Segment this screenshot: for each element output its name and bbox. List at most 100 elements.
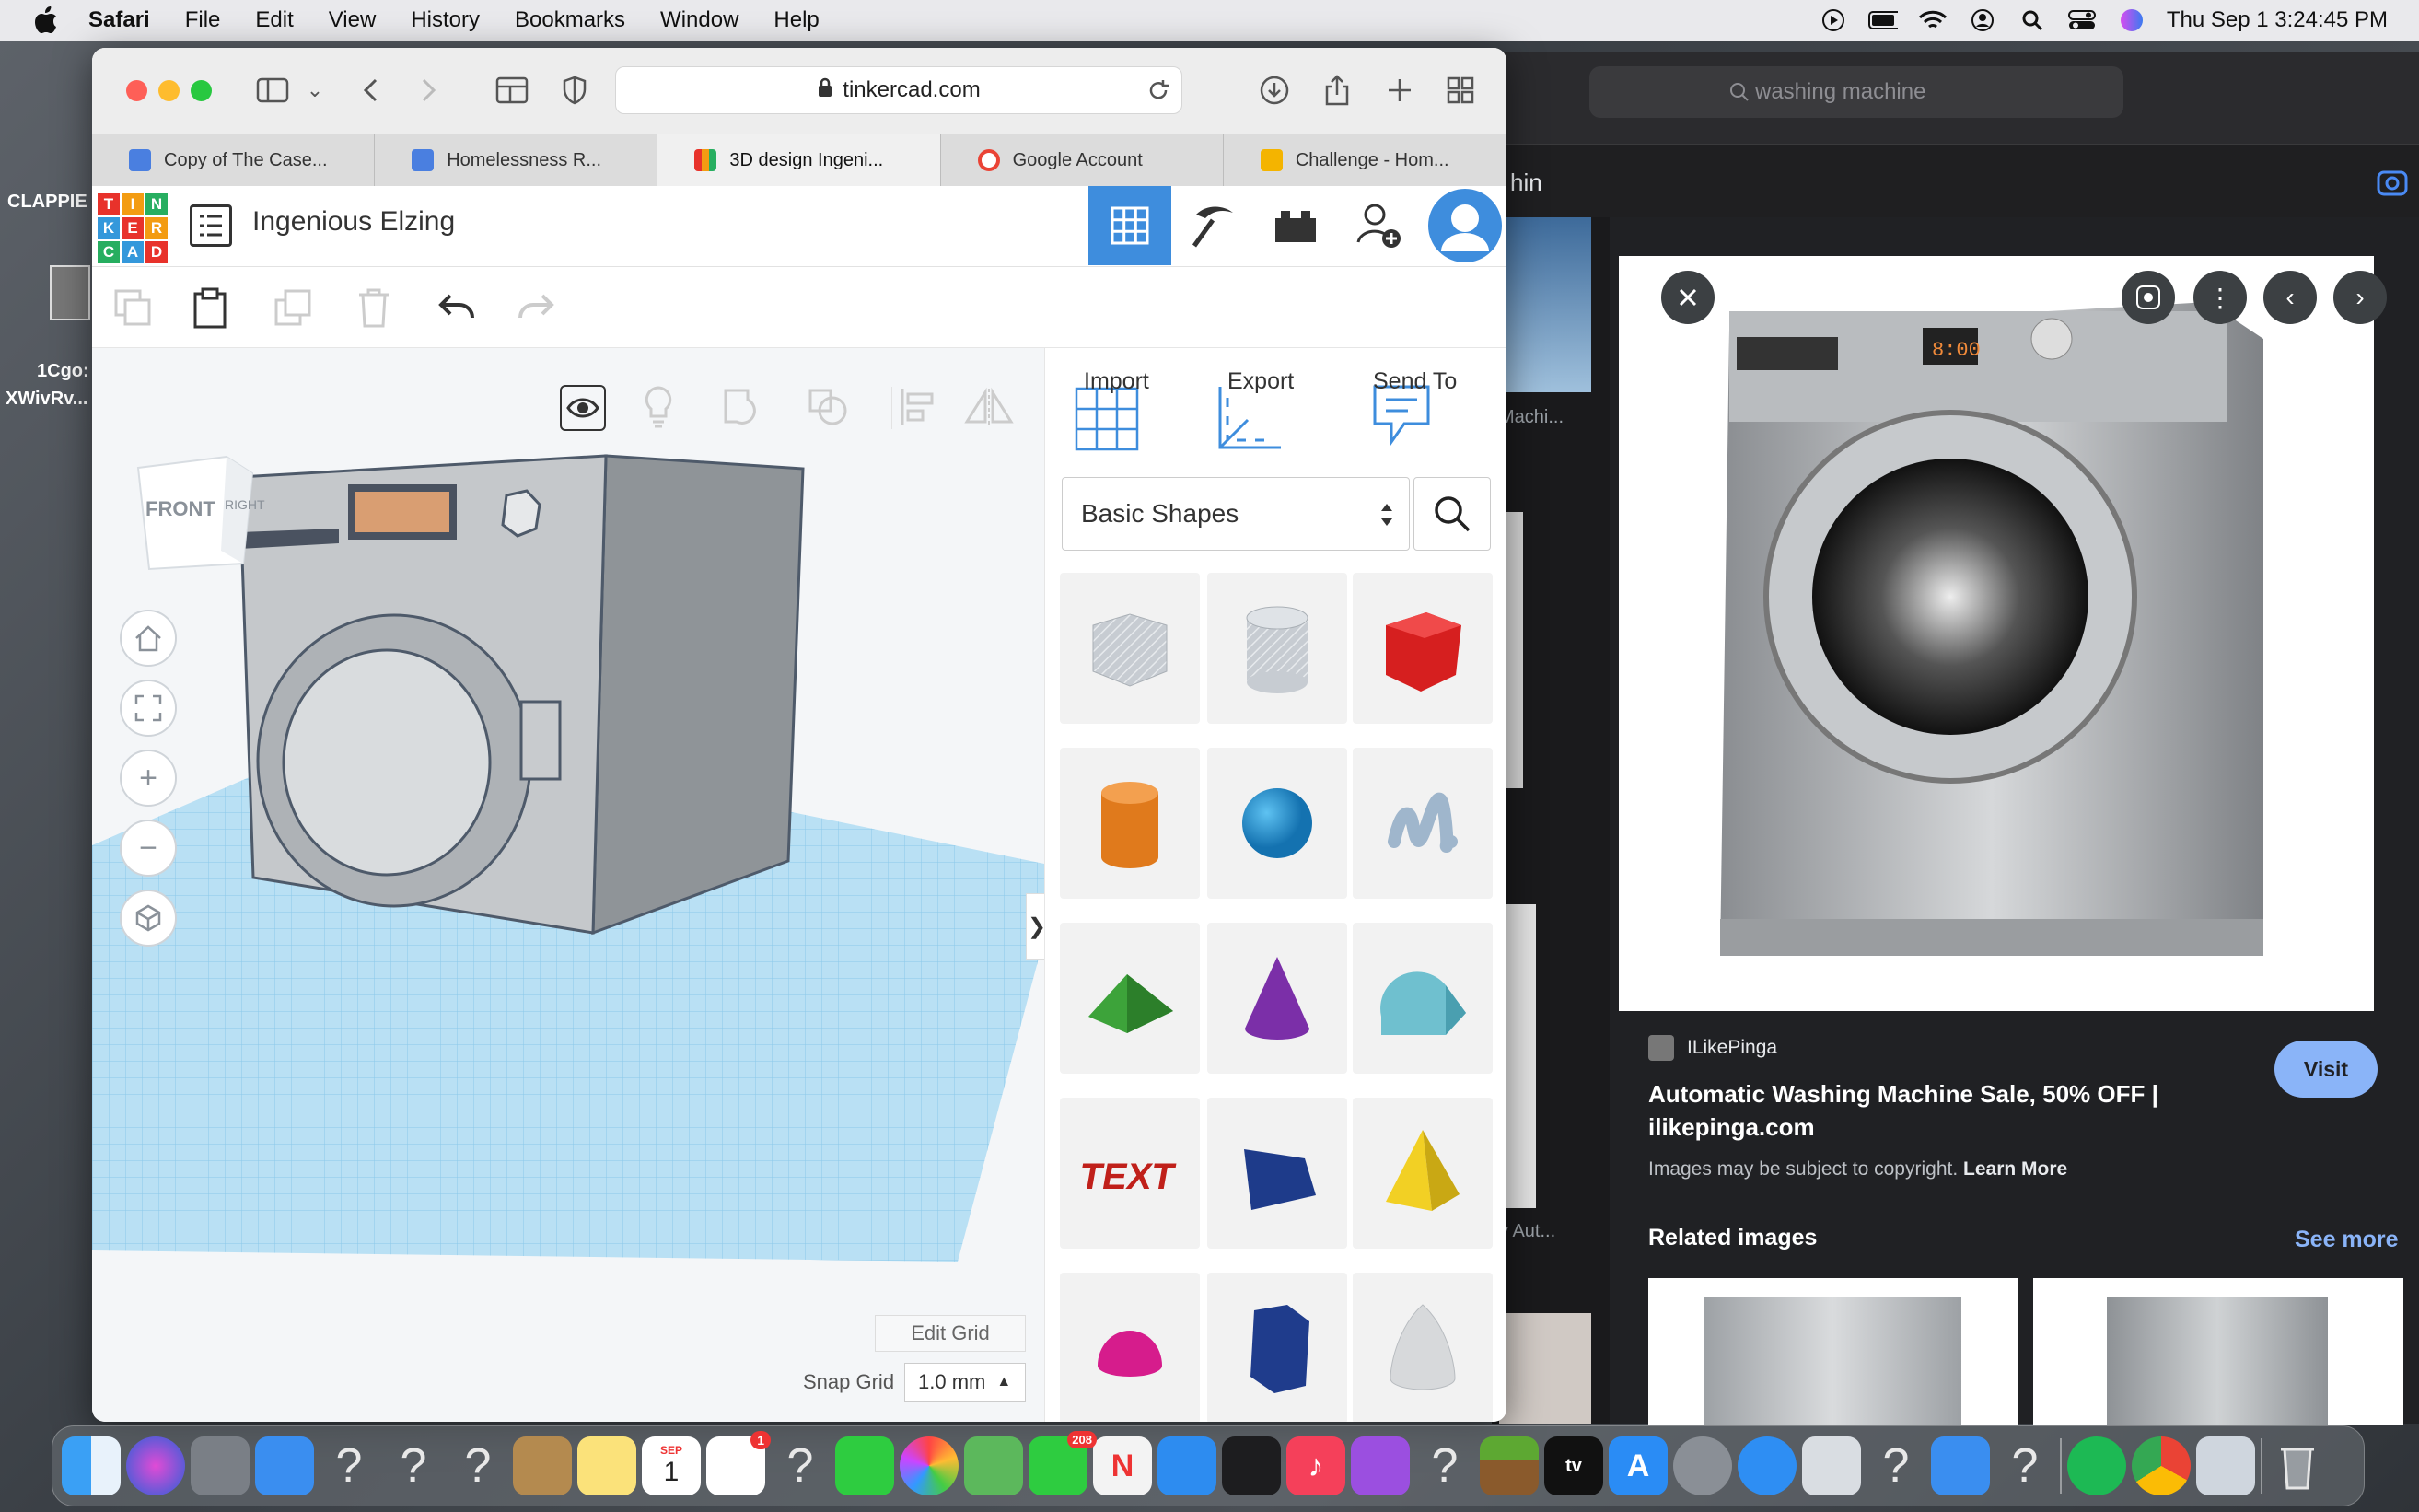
new-tab-icon[interactable] xyxy=(1381,72,1418,109)
desktop-label[interactable]: CLAPPIE xyxy=(7,192,87,213)
app-store-icon[interactable]: A xyxy=(1609,1436,1668,1495)
facetime-icon[interactable] xyxy=(835,1436,894,1495)
clock[interactable]: Thu Sep 1 3:24:45 PM xyxy=(2167,7,2388,33)
minimize-window-button[interactable] xyxy=(158,80,180,101)
view-3d-button[interactable] xyxy=(1088,186,1171,265)
result-thumb[interactable] xyxy=(1499,1313,1591,1424)
ungroup-icon[interactable] xyxy=(807,387,851,432)
safari-icon[interactable] xyxy=(1738,1436,1797,1495)
fit-view-button[interactable] xyxy=(120,680,177,737)
shape-paraboloid[interactable] xyxy=(1353,1273,1493,1422)
shape-text[interactable]: TEXT xyxy=(1060,1098,1200,1249)
zoom-window-button[interactable] xyxy=(191,80,212,101)
see-more-link[interactable]: See more xyxy=(2295,1227,2399,1253)
undo-button[interactable] xyxy=(435,285,479,330)
import-button[interactable]: Import xyxy=(1084,368,1149,395)
view-cube[interactable]: FRONT RIGHT xyxy=(133,449,265,573)
unknown-app-icon[interactable]: ? xyxy=(384,1436,443,1495)
user-icon[interactable] xyxy=(1968,7,1997,33)
washer-side[interactable] xyxy=(591,454,805,936)
next-image-button[interactable]: › xyxy=(2333,271,2387,324)
lens-search-button[interactable] xyxy=(2122,271,2175,324)
wifi-icon[interactable] xyxy=(1918,7,1948,33)
menu-edit[interactable]: Edit xyxy=(255,7,293,33)
tab-grid-icon[interactable] xyxy=(1442,72,1479,109)
copy-button[interactable] xyxy=(110,285,155,330)
news-icon[interactable]: N xyxy=(1093,1436,1152,1495)
system-preferences-icon[interactable] xyxy=(1673,1436,1732,1495)
related-image[interactable] xyxy=(2033,1278,2403,1425)
visit-button[interactable]: Visit xyxy=(2274,1041,2378,1098)
vr-app-icon[interactable] xyxy=(1222,1436,1281,1495)
notes-toggle-button[interactable] xyxy=(560,385,606,431)
shape-box-hole[interactable] xyxy=(1060,573,1200,724)
align-icon[interactable] xyxy=(899,387,936,432)
menu-file[interactable]: File xyxy=(185,7,221,33)
minecraft-icon[interactable] xyxy=(1480,1436,1539,1495)
browser-tab[interactable]: Copy of The Case... xyxy=(92,134,376,186)
sidebar-toggle-icon[interactable] xyxy=(254,72,291,109)
browser-tab[interactable]: Challenge - Hom... xyxy=(1224,134,1506,186)
menu-window[interactable]: Window xyxy=(660,7,738,33)
download-icon[interactable] xyxy=(1256,72,1293,109)
spotlight-icon[interactable] xyxy=(2018,7,2047,33)
spotify-icon[interactable] xyxy=(2067,1436,2126,1495)
shape-sphere[interactable] xyxy=(1207,748,1347,899)
previous-image-button[interactable]: ‹ xyxy=(2263,271,2317,324)
shape-box[interactable] xyxy=(1353,573,1493,724)
washer-handle[interactable] xyxy=(519,700,562,781)
reminders-icon[interactable]: 1 xyxy=(706,1431,771,1495)
more-options-button[interactable]: ⋮ xyxy=(2193,271,2247,324)
zoom-out-button[interactable]: − xyxy=(120,820,177,877)
project-title[interactable]: Ingenious Elzing xyxy=(252,206,455,238)
shape-wedge[interactable] xyxy=(1207,1098,1347,1249)
design-list-icon[interactable] xyxy=(190,204,232,247)
source-name[interactable]: ILikePinga xyxy=(1687,1037,1777,1059)
unknown-app-icon[interactable]: ? xyxy=(771,1436,830,1495)
chevron-down-icon[interactable]: ⌄ xyxy=(297,72,333,109)
delete-button[interactable] xyxy=(352,285,396,330)
browser-tab-active[interactable]: 3D design Ingeni... xyxy=(657,134,941,186)
shape-half-sphere[interactable] xyxy=(1060,1273,1200,1422)
unknown-app-icon[interactable]: ? xyxy=(1415,1436,1474,1495)
shape-search-button[interactable] xyxy=(1413,477,1491,551)
background-url-bar[interactable]: washing machine xyxy=(1589,66,2123,118)
shape-cylinder[interactable] xyxy=(1060,748,1200,899)
calendar-icon[interactable]: SEP 1 xyxy=(642,1436,701,1495)
keynote-icon[interactable] xyxy=(1931,1436,1990,1495)
shape-library-select[interactable]: Basic Shapes xyxy=(1062,477,1410,551)
siri-dock-icon[interactable] xyxy=(126,1436,185,1495)
reload-icon[interactable] xyxy=(1146,78,1170,109)
photos-icon[interactable] xyxy=(900,1436,959,1495)
browser-tab[interactable]: Homelessness R... xyxy=(375,134,658,186)
learn-more-link[interactable]: Learn More xyxy=(1963,1158,2067,1180)
shape-round-roof[interactable] xyxy=(1353,923,1493,1074)
shape-cylinder-hole[interactable] xyxy=(1207,573,1347,724)
apple-menu-icon[interactable] xyxy=(31,6,61,35)
unknown-app-icon[interactable]: ? xyxy=(1995,1436,2054,1495)
podcasts-icon[interactable] xyxy=(1351,1436,1410,1495)
downloads-stack-icon[interactable] xyxy=(2196,1436,2255,1495)
chrome-icon[interactable] xyxy=(2132,1436,2191,1495)
group-icon[interactable] xyxy=(722,387,764,432)
unknown-app-icon[interactable]: ? xyxy=(1867,1436,1925,1495)
close-window-button[interactable] xyxy=(126,80,147,101)
duplicate-button[interactable] xyxy=(271,285,315,330)
zoom-in-button[interactable]: + xyxy=(120,750,177,807)
result-title[interactable]: Automatic Washing Machine Sale, 50% OFF … xyxy=(1648,1077,2158,1144)
browser-tab[interactable]: Google Account xyxy=(941,134,1224,186)
snap-grid-select[interactable]: 1.0 mm ▲ xyxy=(904,1363,1026,1402)
shape-cone[interactable] xyxy=(1207,923,1347,1074)
zoom-icon[interactable] xyxy=(1157,1436,1216,1495)
lightbulb-icon[interactable] xyxy=(643,385,674,434)
control-center-icon[interactable] xyxy=(2067,7,2097,33)
url-bar[interactable]: tinkercad.com xyxy=(615,66,1182,114)
paste-button[interactable] xyxy=(188,285,232,330)
notes-icon[interactable] xyxy=(577,1436,636,1495)
send-to-button[interactable]: Send To xyxy=(1373,368,1457,395)
unknown-app-icon[interactable]: ? xyxy=(320,1436,378,1495)
mail-icon[interactable] xyxy=(255,1436,314,1495)
workplane-viewport[interactable]: FRONT RIGHT + − Edit Grid Snap Grid 1.0 … xyxy=(92,348,1044,1422)
messages-icon[interactable]: 208 xyxy=(1029,1431,1097,1495)
finder-icon[interactable] xyxy=(62,1436,121,1495)
